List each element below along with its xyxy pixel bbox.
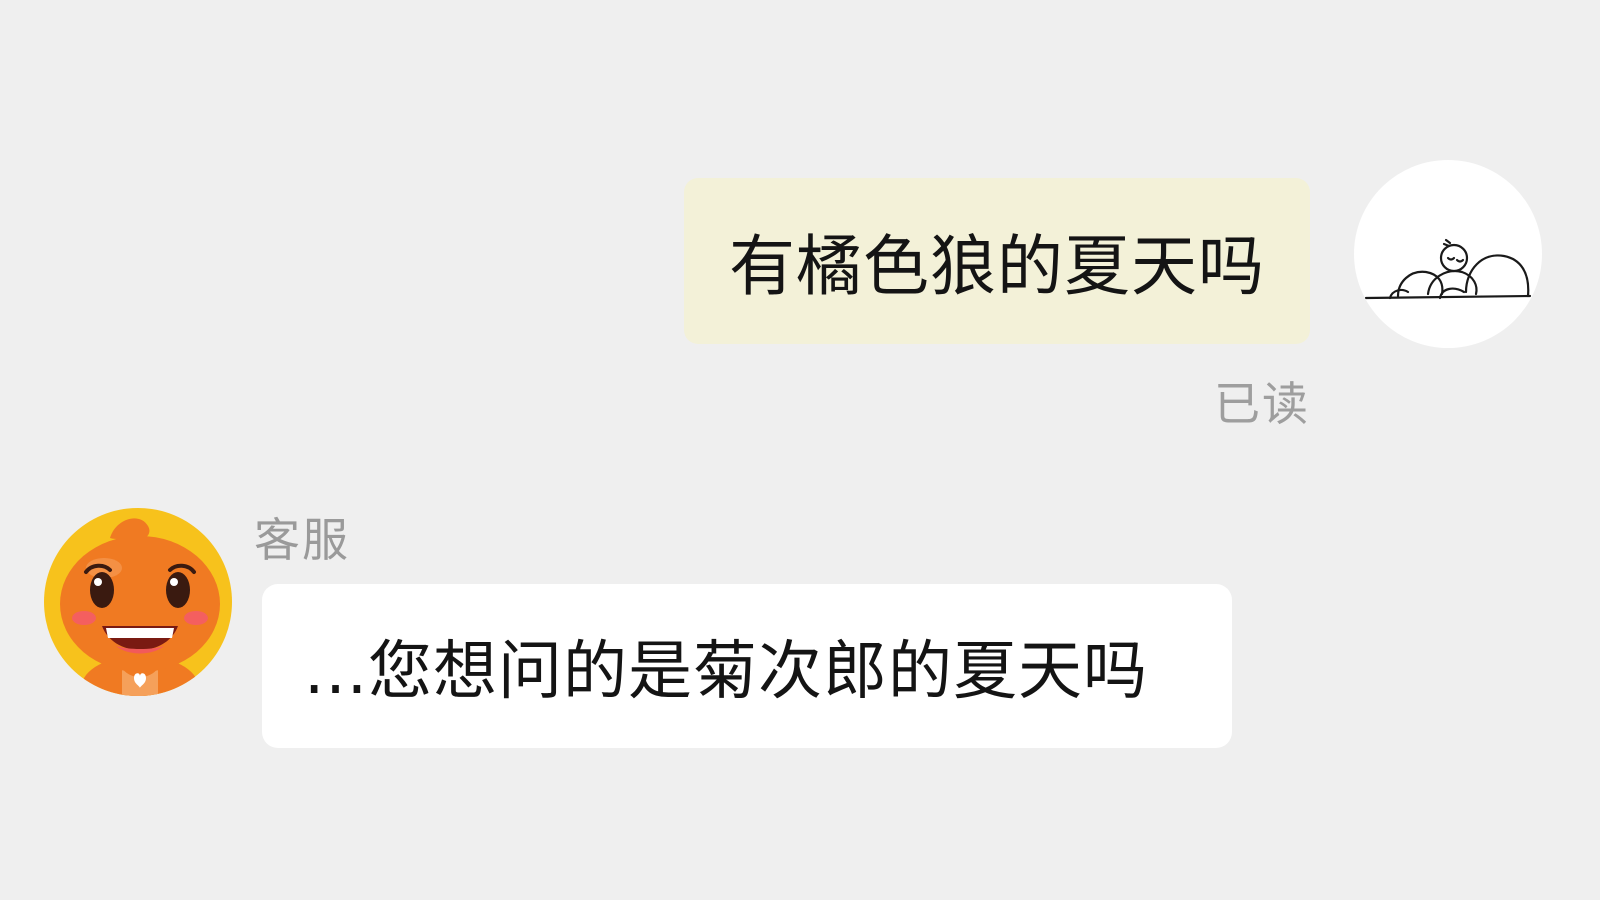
chat-view: 有橘色狼的夏天吗 已读 客服 ...您想问的是菊次郎的夏天吗: [0, 0, 1600, 900]
orange-mascot-icon: [60, 518, 220, 696]
outgoing-message-text: 有橘色狼的夏天吗: [729, 228, 1265, 305]
incoming-message-text: ...您想问的是菊次郎的夏天吗: [304, 635, 1149, 709]
outgoing-message-bubble[interactable]: 有橘色狼的夏天吗: [684, 178, 1310, 344]
incoming-message-bubble[interactable]: ...您想问的是菊次郎的夏天吗: [262, 584, 1232, 748]
sender-name: 客服: [254, 513, 350, 567]
user-avatar[interactable]: [1354, 160, 1542, 348]
read-status: 已读: [1214, 377, 1310, 431]
sleeping-doodle-icon: [1364, 238, 1532, 300]
agent-avatar[interactable]: [44, 508, 232, 696]
